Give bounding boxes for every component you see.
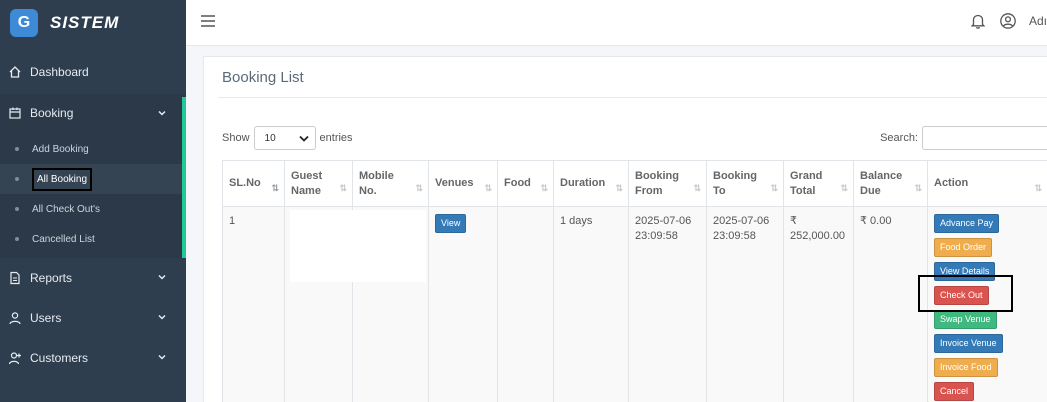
search-input[interactable] — [922, 126, 1047, 150]
hamburger-menu-icon[interactable] — [200, 14, 216, 28]
sidebar-subitem-label: All Check Out's — [32, 203, 101, 215]
user-icon — [8, 311, 22, 325]
entries-label: entries — [319, 132, 353, 144]
sidebar-item-label: Customers — [30, 351, 89, 365]
sidebar-item-label: Booking — [30, 106, 74, 120]
home-icon — [8, 65, 22, 79]
col-grand-total[interactable]: Grand Total ⇅ — [783, 160, 854, 207]
sidebar-item-label: Dashboard — [30, 65, 89, 79]
chevron-down-icon — [158, 314, 166, 320]
entries-value: 10 — [264, 132, 276, 144]
sidebar-item-users[interactable]: Users — [0, 298, 186, 338]
col-sl-no[interactable]: SL.No ⇅ — [222, 160, 285, 207]
swap-venue-button[interactable]: Swap Venue — [934, 310, 997, 329]
sidebar-item-label: Reports — [30, 271, 73, 285]
invoice-venue-button[interactable]: Invoice Venue — [934, 334, 1003, 353]
table-header-row: SL.No ⇅ Guest Name ⇅ Mobile No. ⇅ Venues ⇅ Foo… — [222, 160, 1047, 207]
redaction-mask — [290, 210, 426, 282]
sort-icon: ⇅ — [339, 183, 346, 193]
cell-grand-total: ₹252,000.00 — [783, 206, 854, 402]
col-booking-from[interactable]: Booking From ⇅ — [628, 160, 707, 207]
sort-icon: ⇅ — [615, 183, 622, 193]
bullet-icon — [15, 237, 19, 241]
sidebar-item-label: Users — [30, 311, 62, 325]
sidebar-item-reports[interactable]: Reports — [0, 258, 186, 298]
cell-venues: View — [428, 206, 498, 402]
bullet-icon — [15, 147, 19, 151]
chevron-down-icon — [158, 354, 166, 360]
bell-icon[interactable] — [969, 12, 987, 30]
sidebar-subitem-cancelled-list[interactable]: Cancelled List — [0, 224, 186, 254]
food-order-button[interactable]: Food Order — [934, 238, 993, 257]
highlight-box — [918, 275, 1013, 312]
sidebar-subitem-all-checkouts[interactable]: All Check Out's — [0, 194, 186, 224]
cell-sl-no: 1 — [222, 206, 285, 402]
sidebar: G SISTEM Dashboard Booking Add Booking A… — [0, 0, 186, 402]
sidebar-subitem-add-booking[interactable]: Add Booking — [0, 134, 186, 164]
calendar-icon — [8, 106, 22, 120]
bullet-icon — [15, 207, 19, 211]
sort-icon: ⇅ — [693, 183, 700, 193]
cancel-button[interactable]: Cancel — [934, 382, 975, 401]
active-accent-bar — [182, 97, 186, 258]
col-duration[interactable]: Duration ⇅ — [553, 160, 629, 207]
user-plus-icon — [8, 351, 22, 365]
sidebar-subitem-label: All Booking — [32, 167, 93, 191]
cell-duration: 1 days — [553, 206, 629, 402]
cell-balance-due: ₹ 0.00 — [853, 206, 928, 402]
topbar: Adı — [186, 0, 1047, 46]
cell-booking-from: 2025-07-06 23:09:58 — [628, 206, 707, 402]
cell-booking-to: 2025-07-06 23:09:58 — [706, 206, 784, 402]
sort-icon: ⇅ — [1034, 183, 1041, 193]
sidebar-subitem-all-booking[interactable]: All Booking — [0, 164, 186, 194]
search-label: Search: — [880, 132, 918, 144]
sort-asc-icon: ⇅ — [271, 183, 278, 193]
col-balance-due[interactable]: Balance Due ⇅ — [853, 160, 928, 207]
col-guest-name[interactable]: Guest Name ⇅ — [284, 160, 353, 207]
sort-icon: ⇅ — [415, 183, 422, 193]
view-venue-button[interactable]: View — [435, 214, 467, 233]
cell-food — [497, 206, 554, 402]
sort-icon: ⇅ — [914, 183, 921, 193]
sort-icon: ⇅ — [770, 183, 777, 193]
user-avatar-icon[interactable] — [999, 12, 1017, 30]
col-booking-to[interactable]: Booking To ⇅ — [706, 160, 784, 207]
user-name[interactable]: Adı — [1029, 14, 1047, 28]
topbar-right: Adı — [969, 12, 1047, 30]
page-title: Booking List — [222, 69, 304, 86]
col-action[interactable]: Action ⇅ — [927, 160, 1047, 207]
brand[interactable]: G SISTEM — [0, 0, 186, 46]
col-food[interactable]: Food ⇅ — [497, 160, 554, 207]
sidebar-subitem-label: Cancelled List — [32, 233, 95, 245]
show-entries: Show 10 entries — [222, 126, 353, 150]
sort-icon: ⇅ — [540, 183, 547, 193]
advance-pay-button[interactable]: Advance Pay — [934, 214, 1000, 233]
entries-select[interactable]: 10 — [253, 126, 316, 150]
sidebar-item-customers[interactable]: Customers — [0, 338, 186, 378]
brand-logo: G — [10, 9, 38, 37]
booking-submenu: Add Booking All Booking All Check Out's … — [0, 132, 186, 258]
sort-icon: ⇅ — [484, 183, 491, 193]
bullet-icon — [15, 177, 19, 181]
sidebar-subitem-label: Add Booking — [32, 143, 89, 155]
invoice-food-button[interactable]: Invoice Food — [934, 358, 998, 377]
show-label: Show — [222, 132, 250, 144]
document-icon — [8, 271, 22, 285]
sidebar-item-dashboard[interactable]: Dashboard — [0, 52, 186, 92]
col-mobile-no[interactable]: Mobile No. ⇅ — [352, 160, 429, 207]
sidebar-item-booking[interactable]: Booking — [0, 94, 186, 132]
sort-icon: ⇅ — [840, 183, 847, 193]
col-venues[interactable]: Venues ⇅ — [428, 160, 498, 207]
brand-name: SISTEM — [50, 13, 120, 32]
search: Search: — [880, 126, 1047, 150]
divider — [218, 97, 1047, 98]
chevron-down-icon — [158, 274, 166, 280]
chevron-down-icon — [298, 135, 309, 142]
chevron-down-icon — [158, 110, 166, 116]
